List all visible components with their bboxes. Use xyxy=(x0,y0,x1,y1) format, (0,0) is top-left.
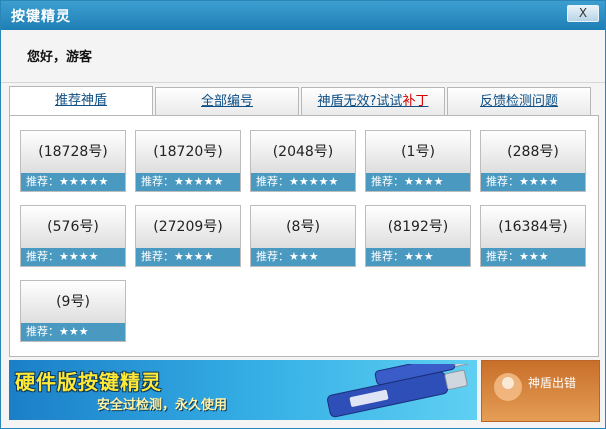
shield-list-panel: (18728号) 推荐：★★★★★ (18720号) 推荐：★★★★★ (204… xyxy=(9,115,599,357)
close-button[interactable]: X xyxy=(567,5,599,22)
title-bar[interactable]: 按键精灵 X xyxy=(1,1,605,30)
shield-card-rating: 推荐：★★★★ xyxy=(136,248,240,266)
ad-thumbnail-icon xyxy=(494,373,522,401)
ad-label: 神盾出错 xyxy=(528,376,577,390)
shield-card-rating: 推荐：★★★★ xyxy=(366,173,470,191)
shield-card-rating: 推荐：★★★ xyxy=(21,323,125,341)
shield-card-rating: 推荐：★★★★ xyxy=(21,248,125,266)
shield-card-rating: 推荐：★★★★ xyxy=(481,173,585,191)
shield-card-label: (27209号) xyxy=(136,206,240,248)
shield-card[interactable]: (9号) 推荐：★★★ xyxy=(20,280,126,342)
rating-text: 推荐：★★★ xyxy=(256,250,319,263)
tab-recommended[interactable]: 推荐神盾 xyxy=(9,86,153,117)
tab-label: 反馈检测问题 xyxy=(479,94,558,109)
shield-card[interactable]: (8192号) 推荐：★★★ xyxy=(365,205,471,267)
shield-card[interactable]: (8号) 推荐：★★★ xyxy=(250,205,356,267)
shield-card-label: (9号) xyxy=(21,281,125,323)
shield-card-label: (576号) xyxy=(21,206,125,248)
shield-error-ad[interactable]: 神盾出错 xyxy=(481,360,600,422)
hardware-banner[interactable]: 硬件版按键精灵 安全过检测，永久使用 xyxy=(9,360,477,420)
shield-card-rating: 推荐：★★★ xyxy=(251,248,355,266)
shield-card-label: (8192号) xyxy=(366,206,470,248)
banner-subtitle: 安全过检测，永久使用 xyxy=(97,398,228,413)
shield-card-label: (8号) xyxy=(251,206,355,248)
rating-text: 推荐：★★★★ xyxy=(141,250,214,263)
shield-card-label: (18720号) xyxy=(136,131,240,173)
shield-card[interactable]: (576号) 推荐：★★★★ xyxy=(20,205,126,267)
window: 按键精灵 X 您好，游客 推荐神盾 全部编号 神盾无效?试试补丁 反馈检测问题 … xyxy=(0,0,606,429)
shield-card-label: (2048号) xyxy=(251,131,355,173)
shield-card-rating: 推荐：★★★ xyxy=(481,248,585,266)
shield-card-rating: 推荐：★★★★★ xyxy=(136,173,240,191)
rating-text: 推荐：★★★★★ xyxy=(256,175,339,188)
shield-card-rating: 推荐：★★★ xyxy=(366,248,470,266)
shield-card-label: (16384号) xyxy=(481,206,585,248)
rating-text: 推荐：★★★★ xyxy=(26,250,99,263)
shield-card[interactable]: (18720号) 推荐：★★★★★ xyxy=(135,130,241,192)
shield-card[interactable]: (16384号) 推荐：★★★ xyxy=(480,205,586,267)
rating-text: 推荐：★★★★ xyxy=(486,175,559,188)
usb-drive-icon xyxy=(327,364,470,418)
rating-text: 推荐：★★★★ xyxy=(371,175,444,188)
tab-label-highlight: 补丁 xyxy=(402,94,429,109)
window-title: 按键精灵 xyxy=(11,9,71,25)
shield-card-rating: 推荐：★★★★★ xyxy=(251,173,355,191)
tab-label: 神盾无效?试试 xyxy=(317,94,403,109)
rating-text: 推荐：★★★★★ xyxy=(141,175,224,188)
shield-card[interactable]: (27209号) 推荐：★★★★ xyxy=(135,205,241,267)
tab-feedback[interactable]: 反馈检测问题 xyxy=(447,87,591,116)
tab-label: 全部编号 xyxy=(200,94,253,109)
rating-text: 推荐：★★★ xyxy=(26,325,89,338)
close-icon: X xyxy=(578,6,588,20)
greeting-area: 您好，游客 xyxy=(1,30,605,83)
rating-text: 推荐：★★★★★ xyxy=(26,175,109,188)
shield-card-label: (288号) xyxy=(481,131,585,173)
rating-text: 推荐：★★★ xyxy=(371,250,434,263)
shield-card[interactable]: (2048号) 推荐：★★★★★ xyxy=(250,130,356,192)
rating-text: 推荐：★★★ xyxy=(486,250,549,263)
shield-card[interactable]: (1号) 推荐：★★★★ xyxy=(365,130,471,192)
shield-card-rating: 推荐：★★★★★ xyxy=(21,173,125,191)
shield-card[interactable]: (288号) 推荐：★★★★ xyxy=(480,130,586,192)
shield-card-label: (18728号) xyxy=(21,131,125,173)
tab-label: 推荐神盾 xyxy=(54,93,107,108)
tab-patch[interactable]: 神盾无效?试试补丁 xyxy=(301,87,445,116)
banner-title: 硬件版按键精灵 xyxy=(15,370,162,394)
tab-all-numbers[interactable]: 全部编号 xyxy=(155,87,299,116)
shield-card-label: (1号) xyxy=(366,131,470,173)
greeting-text: 您好，游客 xyxy=(27,50,93,65)
shield-card[interactable]: (18728号) 推荐：★★★★★ xyxy=(20,130,126,192)
